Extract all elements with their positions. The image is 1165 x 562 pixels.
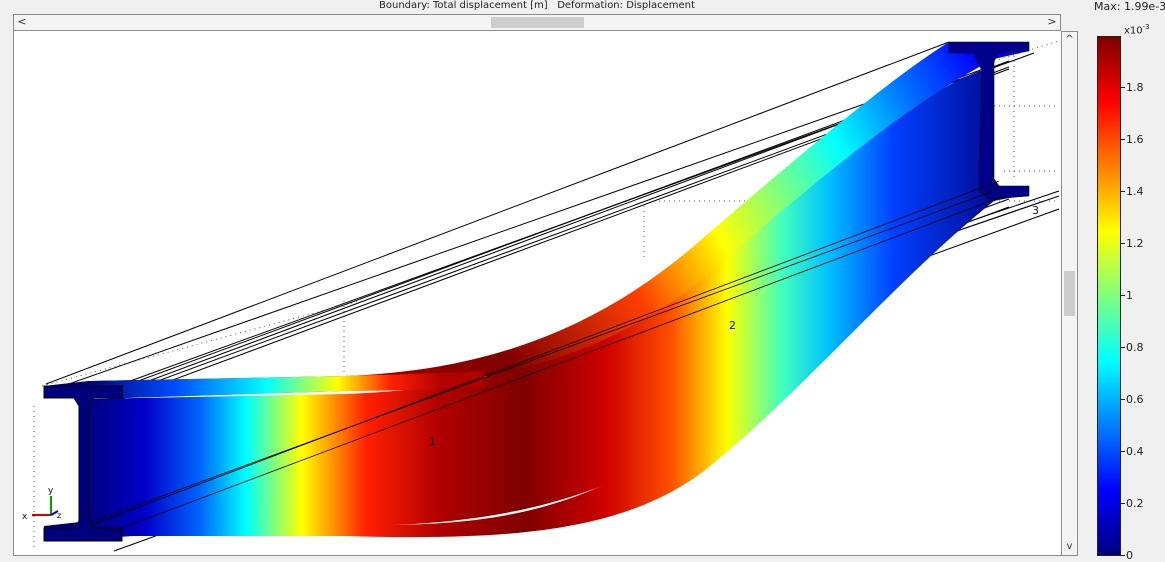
axis-label-y: y: [48, 486, 54, 496]
axis-triad: y x z: [22, 486, 61, 522]
colorbar-tick-label-1.4: 1.4: [1126, 185, 1144, 198]
horizontal-scrollbar[interactable]: < >: [13, 14, 1061, 31]
plot-title: Boundary: Total displacement [m] Deforma…: [379, 0, 695, 11]
colorbar-tick-1.6: [1121, 139, 1125, 140]
colorbar-tick-label-1.6: 1.6: [1126, 133, 1144, 146]
colorbar-tick-0: [1121, 555, 1125, 556]
edge-label-3: 3: [1032, 204, 1039, 217]
colorbar-exponent-base: x10: [1124, 25, 1143, 37]
colorbar-tick-label-0.8: 0.8: [1126, 341, 1144, 354]
colorbar-tick-label-1: 1: [1126, 289, 1133, 302]
beam-model-view: 1 2 3 y x z: [22, 40, 1060, 552]
colorbar-tick-label-1.8: 1.8: [1126, 81, 1144, 94]
colorbar-exponent-power: -3: [1142, 23, 1150, 31]
colorbar-max-label: Max: 1.99e-3: [1094, 0, 1165, 13]
scroll-left-button[interactable]: <: [14, 15, 30, 30]
axis-label-x: x: [22, 512, 28, 522]
colorbar-tick-0.4: [1121, 451, 1125, 452]
horizontal-scroll-thumb[interactable]: [491, 17, 584, 28]
edge-label-1: 1: [429, 435, 436, 448]
graphics-window[interactable]: 1 2 3 y x z: [13, 31, 1061, 556]
scroll-up-button[interactable]: ^: [1062, 32, 1077, 48]
colorbar-tick-0.6: [1121, 399, 1125, 400]
edge-label-2: 2: [729, 319, 736, 332]
colorbar-tick-1.4: [1121, 191, 1125, 192]
colorbar-exponent: x10-3: [1124, 21, 1150, 37]
colorbar-tick-1: [1121, 295, 1125, 296]
colorbar-tick-1.8: [1121, 87, 1125, 88]
vertical-scrollbar[interactable]: ^ v: [1061, 31, 1078, 556]
vertical-scroll-thumb[interactable]: [1064, 271, 1075, 316]
colorbar-tick-label-0.6: 0.6: [1126, 393, 1144, 406]
colorbar-tick-label-1.2: 1.2: [1126, 237, 1144, 250]
colorbar-tick-label-0.2: 0.2: [1126, 497, 1144, 510]
colorbar-tick-label-0.4: 0.4: [1126, 445, 1144, 458]
colorbar-tick-label-0: 0: [1126, 549, 1133, 562]
axis-label-z: z: [57, 511, 61, 520]
colorbar-tick-0.8: [1121, 347, 1125, 348]
scroll-down-button[interactable]: v: [1062, 539, 1077, 555]
colorbar-tick-1.2: [1121, 243, 1125, 244]
colorbar-tick-0.2: [1121, 503, 1125, 504]
scroll-right-button[interactable]: >: [1044, 15, 1060, 30]
colorbar: [1097, 36, 1121, 556]
